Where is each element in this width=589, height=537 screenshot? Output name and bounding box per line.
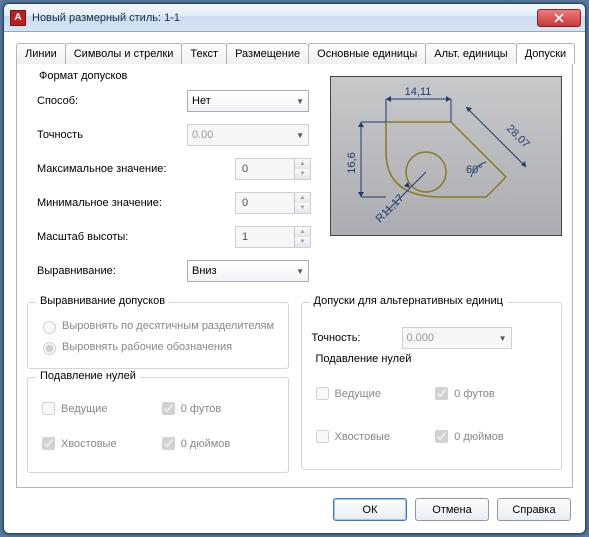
check-leading: Ведущие (38, 399, 158, 418)
tab-primary-units[interactable]: Основные единицы (308, 43, 426, 64)
group-legend: Допуски для альтернативных единиц (310, 295, 507, 307)
checkbox-input (435, 387, 448, 400)
checkbox-input (435, 430, 448, 443)
tab-lines[interactable]: Линии (16, 43, 66, 64)
svg-text:60°: 60° (466, 164, 483, 176)
tab-symbols-arrows[interactable]: Символы и стрелки (65, 43, 183, 64)
spin-up-icon: ▲ (295, 159, 310, 169)
vertical-value: Вниз (192, 265, 217, 277)
group-alignment: Выравнивание допусков Выровнять по десят… (27, 302, 289, 369)
scale-input (240, 230, 290, 244)
checkbox-input (162, 402, 175, 415)
check-label: 0 футов (181, 403, 221, 415)
check-alt-inches: 0 дюймов (431, 427, 551, 446)
check-label: 0 футов (454, 388, 494, 400)
check-label: Хвостовые (335, 431, 391, 443)
chevron-down-icon: ▼ (499, 334, 507, 343)
spin-down-icon: ▼ (295, 203, 310, 213)
vertical-label: Выравнивание: (37, 265, 187, 277)
check-inches: 0 дюймов (158, 434, 278, 453)
help-button[interactable]: Справка (497, 498, 571, 521)
check-trailing: Хвостовые (38, 434, 158, 453)
group-zero-suppression: Подавление нулей Ведущие 0 футов Хвостов… (27, 377, 289, 473)
group-legend: Подавление нулей (312, 353, 416, 365)
group-legend: Подавление нулей (36, 370, 140, 382)
check-feet: 0 футов (158, 399, 278, 418)
check-label: Хвостовые (61, 438, 117, 450)
tab-content: Формат допусков Способ: Нет ▼ Точность (16, 64, 573, 488)
lower-value-spin: ▲▼ (235, 192, 311, 214)
scale-label: Масштаб высоты: (37, 231, 235, 243)
check-alt-leading: Ведущие (312, 384, 432, 403)
tab-alt-units[interactable]: Альт. единицы (425, 43, 516, 64)
group-legend: Выравнивание допусков (36, 295, 169, 307)
check-label: Ведущие (335, 388, 381, 400)
precision-combo: 0.00 ▼ (187, 124, 309, 146)
svg-text:16,6: 16,6 (346, 152, 358, 173)
dialog-body: Линии Символы и стрелки Текст Размещение… (4, 32, 585, 533)
chevron-down-icon: ▼ (296, 97, 304, 106)
check-alt-trailing: Хвостовые (312, 427, 432, 446)
group-legend: Формат допусков (35, 70, 131, 82)
scale-spin: ▲▼ (235, 226, 311, 248)
spin-up-icon: ▲ (295, 227, 310, 237)
close-button[interactable] (537, 9, 581, 27)
alt-precision-combo: 0.000 ▼ (402, 327, 512, 349)
tab-strip: Линии Символы и стрелки Текст Размещение… (16, 42, 573, 64)
upper-value-input (240, 162, 290, 176)
check-label: Ведущие (61, 403, 107, 415)
alt-precision-label: Точность: (312, 332, 402, 344)
checkbox-input (162, 437, 175, 450)
checkbox-input (42, 437, 55, 450)
checkbox-input (316, 430, 329, 443)
check-alt-feet: 0 футов (431, 384, 551, 403)
checkbox-input (316, 387, 329, 400)
radio-input (43, 321, 56, 334)
ok-button[interactable]: ОК (333, 498, 407, 521)
spin-down-icon: ▼ (295, 237, 310, 247)
method-label: Способ: (37, 95, 187, 107)
method-combo[interactable]: Нет ▼ (187, 90, 309, 112)
upper-value-spin: ▲▼ (235, 158, 311, 180)
radio-label: Выровнять по десятичным разделителям (62, 320, 274, 332)
close-icon (554, 13, 564, 23)
cancel-button[interactable]: Отмена (415, 498, 489, 521)
app-icon: A (10, 10, 26, 26)
group-alt-tolerances: Допуски для альтернативных единиц Точнос… (301, 302, 563, 470)
svg-text:14,11: 14,11 (405, 86, 432, 98)
lower-label: Минимальное значение: (37, 197, 235, 209)
radio-align-symbols: Выровнять рабочие обозначения (38, 339, 278, 355)
chevron-down-icon: ▼ (296, 131, 304, 140)
upper-label: Максимальное значение: (37, 163, 235, 175)
precision-label: Точность (37, 129, 187, 141)
radio-input (43, 342, 56, 355)
method-value: Нет (192, 95, 211, 107)
window-title: Новый размерный стиль: 1-1 (32, 12, 537, 24)
group-tolerance-format: Формат допусков Способ: Нет ▼ Точность (27, 80, 322, 294)
button-row: ОК Отмена Справка (16, 488, 573, 521)
vertical-combo[interactable]: Вниз ▼ (187, 260, 309, 282)
spin-up-icon: ▲ (295, 193, 310, 203)
tab-tolerances[interactable]: Допуски (516, 43, 575, 64)
radio-align-decimal: Выровнять по десятичным разделителям (38, 318, 278, 334)
preview-panel: 14,11 16,6 28,07 60° (330, 76, 562, 236)
check-label: 0 дюймов (454, 431, 504, 443)
spin-down-icon: ▼ (295, 169, 310, 179)
tab-fit[interactable]: Размещение (226, 43, 309, 64)
precision-value: 0.00 (192, 129, 213, 141)
titlebar[interactable]: A Новый размерный стиль: 1-1 (4, 4, 585, 32)
alt-precision-value: 0.000 (407, 332, 435, 344)
checkbox-input (42, 402, 55, 415)
chevron-down-icon: ▼ (296, 267, 304, 276)
radio-label: Выровнять рабочие обозначения (62, 341, 232, 353)
group-alt-zero-suppression: Подавление нулей Ведущие 0 футов Хвостов… (312, 361, 552, 451)
check-label: 0 дюймов (181, 438, 231, 450)
tab-text[interactable]: Текст (181, 43, 227, 64)
dialog-window: A Новый размерный стиль: 1-1 Линии Симво… (3, 3, 586, 534)
lower-value-input (240, 196, 290, 210)
